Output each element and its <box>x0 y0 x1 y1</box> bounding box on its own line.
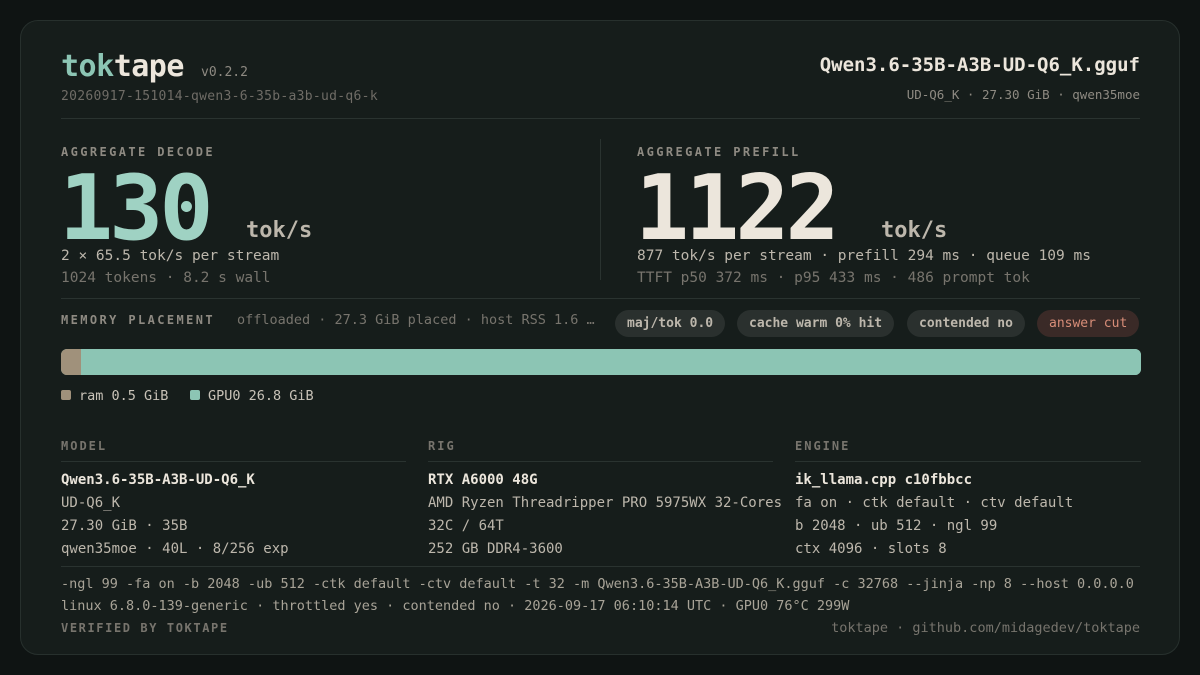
run-id: 20260917-151014-qwen3-6-35b-a3b-ud-q6-k <box>61 89 378 104</box>
prefill-value: 1122 <box>635 156 840 261</box>
model-heading: MODEL <box>61 439 108 453</box>
decode-value: 130 <box>59 156 214 261</box>
model-arch: qwen35moe · 40L · 8/256 exp <box>61 541 289 557</box>
decode-tokens-wall: 1024 tokens · 8.2 s wall <box>61 270 271 286</box>
rig-gpu: RTX A6000 48G <box>428 472 538 488</box>
engine-attn: fa on · ctk default · ctv default <box>795 495 1074 511</box>
rig-heading: RIG <box>428 439 456 453</box>
memory-label: MEMORY PLACEMENT <box>61 313 215 327</box>
model-file-title: Qwen3.6-35B-A3B-UD-Q6_K.gguf <box>819 54 1140 76</box>
engine-ctx: ctx 4096 · slots 8 <box>795 541 947 557</box>
legend-swatch-gpu0 <box>190 390 200 400</box>
engine-name: ik_llama.cpp c10fbbcc <box>795 472 973 488</box>
divider <box>795 461 1141 462</box>
version-label: v0.2.2 <box>201 65 248 80</box>
decode-per-stream: 2 × 65.5 tok/s per stream <box>61 248 280 264</box>
model-quant: UD-Q6_K <box>61 495 121 511</box>
verified-label: VERIFIED BY TOKTAPE <box>61 621 229 635</box>
badge-contended: contended no <box>907 310 1025 337</box>
brand-part-tape: tape <box>113 49 185 84</box>
brand-logo: toktape <box>61 49 184 84</box>
memory-placement-bar <box>61 349 1141 375</box>
legend-text-ram: ram 0.5 GiB <box>79 388 169 404</box>
rig-memory: 252 GB DDR4-3600 <box>428 541 563 557</box>
badge-answer-cut: answer cut <box>1037 310 1140 337</box>
badge-cache: cache warm 0% hit <box>737 310 895 337</box>
legend-gpu0: GPU0 26.8 GiB <box>190 388 314 404</box>
rig-cores: 32C / 64T <box>428 518 504 534</box>
divider <box>61 118 1140 119</box>
rig-cpu: AMD Ryzen Threadripper PRO 5975WX 32-Cor… <box>428 495 783 511</box>
decode-unit: tok/s <box>246 218 313 243</box>
engine-batch: b 2048 · ub 512 · ngl 99 <box>795 518 998 534</box>
model-meta: UD-Q6_K · 27.30 GiB · qwen35moe <box>906 87 1140 102</box>
command-line: -ngl 99 -fa on -b 2048 -ub 512 -ctk defa… <box>61 576 1134 592</box>
legend-swatch-ram <box>61 390 71 400</box>
divider <box>61 566 1140 567</box>
badge-maj-tok: maj/tok 0.0 <box>615 310 726 337</box>
prefill-ttft: TTFT p50 372 ms · p95 433 ms · 486 promp… <box>637 270 1030 286</box>
environment-line: linux 6.8.0-139-generic · throttled yes … <box>61 598 850 614</box>
divider <box>61 298 1140 299</box>
project-link[interactable]: toktape · github.com/midagedev/toktape <box>831 620 1140 636</box>
divider <box>61 461 406 462</box>
prefill-unit: tok/s <box>881 218 948 243</box>
vertical-divider <box>600 139 601 280</box>
memory-summary: offloaded · 27.3 GiB placed · host RSS 1… <box>237 312 595 328</box>
prefill-per-stream: 877 tok/s per stream · prefill 294 ms · … <box>637 248 1091 264</box>
legend-text-gpu0: GPU0 26.8 GiB <box>208 388 314 404</box>
engine-heading: ENGINE <box>795 439 851 453</box>
benchmark-card: toktape v0.2.2 20260917-151014-qwen3-6-3… <box>20 20 1180 655</box>
model-name: Qwen3.6-35B-A3B-UD-Q6_K <box>61 472 255 488</box>
model-size: 27.30 GiB · 35B <box>61 518 188 534</box>
memory-segment-ram <box>61 349 81 375</box>
divider <box>428 461 773 462</box>
legend-ram: ram 0.5 GiB <box>61 388 168 404</box>
brand-part-tok: tok <box>61 49 114 84</box>
memory-segment-gpu0 <box>80 349 1141 375</box>
